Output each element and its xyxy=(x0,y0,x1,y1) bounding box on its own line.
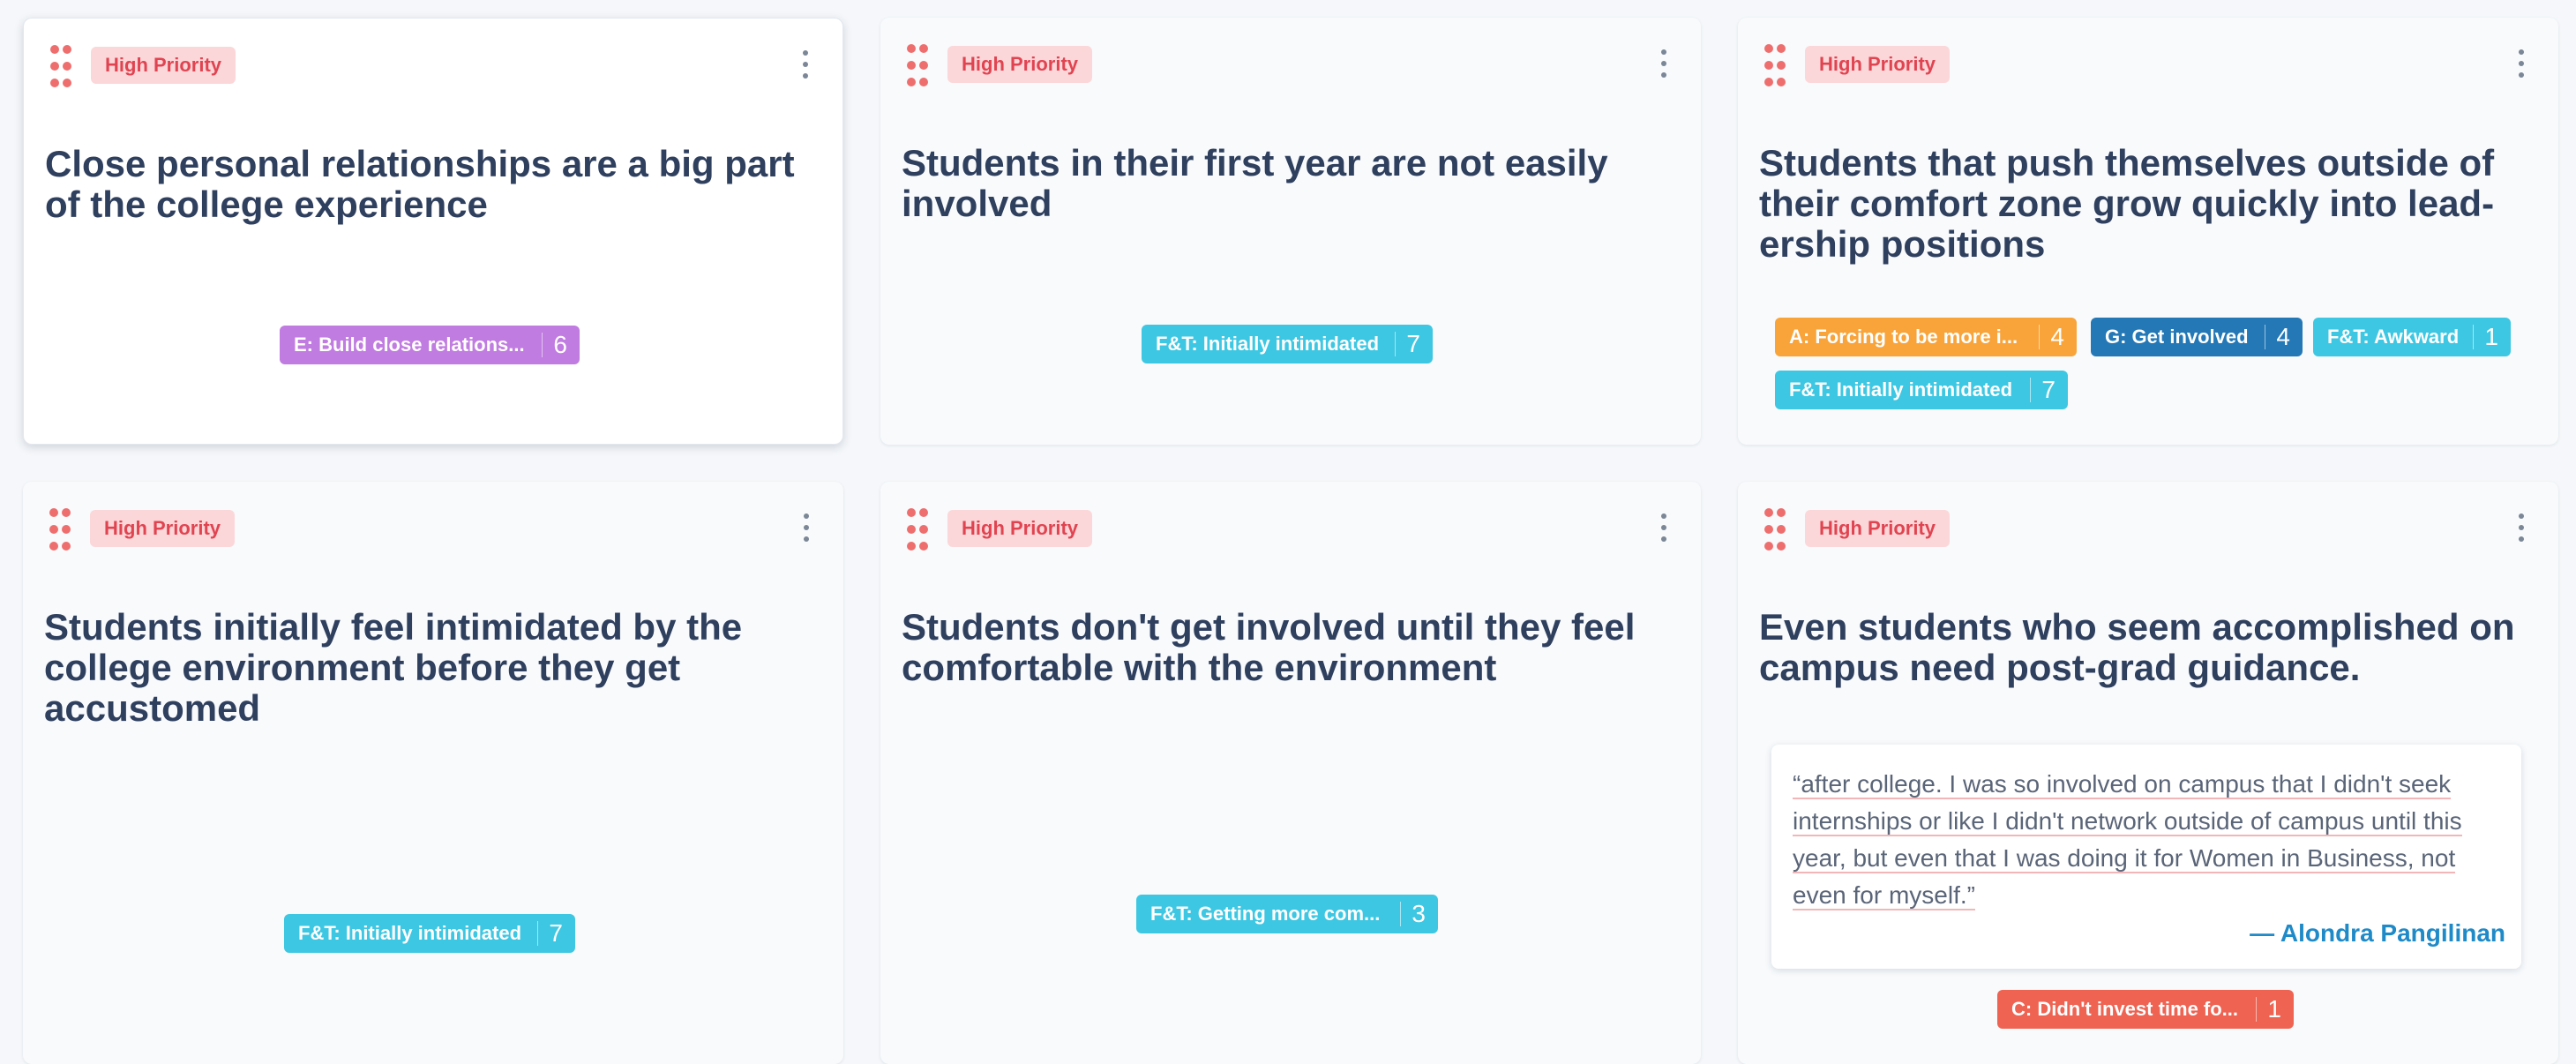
tag-count: 7 xyxy=(2030,378,2068,402)
priority-badge: High Priority xyxy=(91,47,236,84)
code-tag[interactable]: F&T: Awkward 1 xyxy=(2313,318,2511,356)
drag-handle-icon[interactable] xyxy=(1764,508,1787,551)
tag-count: 7 xyxy=(537,921,575,946)
insight-card[interactable]: High Priority Students in their first ye… xyxy=(880,18,1701,445)
tag-label: F&T: Initially intimidated xyxy=(1789,378,2013,401)
code-tag[interactable]: F&T: Initially intimidated 7 xyxy=(284,914,575,953)
card-title: Students in their first year are not eas… xyxy=(902,142,1608,224)
more-options-icon[interactable] xyxy=(1659,49,1669,79)
tag-count: 7 xyxy=(1395,332,1433,356)
priority-badge: High Priority xyxy=(1805,46,1951,83)
card-title: Students don't get involved until they f… xyxy=(902,606,1636,688)
quote-card[interactable]: “after college. I was so involved on cam… xyxy=(1771,745,2521,969)
insight-card[interactable]: High Priority Even students who seem acc… xyxy=(1738,482,2558,1064)
tag-count: 4 xyxy=(2039,325,2077,349)
tag-count: 1 xyxy=(2473,325,2511,349)
code-tag[interactable]: E: Build close relations... 6 xyxy=(280,326,580,364)
tag-label: E: Build close relations... xyxy=(294,333,525,356)
code-tag[interactable]: C: Didn't invest time fo... 1 xyxy=(1997,990,2294,1029)
more-options-icon[interactable] xyxy=(1659,513,1669,543)
tag-label: A: Forcing to be more i... xyxy=(1789,326,2018,348)
priority-badge: High Priority xyxy=(947,510,1093,547)
card-title: Even students who seem accomplished on c… xyxy=(1759,606,2515,688)
priority-badge: High Priority xyxy=(90,510,236,547)
tag-count: 1 xyxy=(2256,997,2294,1022)
drag-handle-icon[interactable] xyxy=(907,44,930,86)
code-tag[interactable]: F&T: Initially intimidated 7 xyxy=(1775,371,2068,409)
insight-card[interactable]: High Priority Students don't get involve… xyxy=(880,482,1701,1064)
quote-author[interactable]: — Alondra Pangilinan xyxy=(2250,919,2505,948)
quote-text: “after college. I was so involved on cam… xyxy=(1793,770,2462,910)
tag-label: F&T: Initially intimidated xyxy=(1156,333,1380,355)
tag-label: C: Didn't invest time fo... xyxy=(2011,998,2239,1020)
priority-badge: High Priority xyxy=(947,46,1093,83)
drag-handle-icon[interactable] xyxy=(50,45,73,87)
drag-handle-icon[interactable] xyxy=(907,508,930,551)
card-title: Students that push themselves outside of… xyxy=(1759,142,2495,265)
more-options-icon[interactable] xyxy=(800,50,811,80)
more-options-icon[interactable] xyxy=(801,513,812,543)
drag-handle-icon[interactable] xyxy=(49,508,72,551)
tag-count: 4 xyxy=(2265,325,2303,349)
priority-badge: High Priority xyxy=(1805,510,1951,547)
code-tag[interactable]: F&T: Getting more com... 3 xyxy=(1136,895,1438,933)
code-tag[interactable]: A: Forcing to be more i... 4 xyxy=(1775,318,2077,356)
card-title: Students initially feel intimidated by t… xyxy=(44,606,743,729)
tag-label: F&T: Awkward xyxy=(2327,326,2460,348)
insight-card[interactable]: High Priority Close personal relationshi… xyxy=(23,18,843,445)
more-options-icon[interactable] xyxy=(2516,513,2527,543)
tag-count: 6 xyxy=(542,333,580,357)
tag-label: F&T: Getting more com... xyxy=(1150,903,1381,925)
code-tag[interactable]: G: Get involved 4 xyxy=(2091,318,2303,356)
more-options-icon[interactable] xyxy=(2516,49,2527,79)
code-tag[interactable]: F&T: Initially intimidated 7 xyxy=(1142,325,1433,363)
tag-count: 3 xyxy=(1400,902,1438,926)
insight-card[interactable]: High Priority Students that push themsel… xyxy=(1738,18,2558,445)
insight-card[interactable]: High Priority Students initially feel in… xyxy=(23,482,843,1064)
tag-label: F&T: Initially intimidated xyxy=(298,922,522,944)
tag-label: G: Get involved xyxy=(2105,326,2249,348)
card-title: Close personal relationships are a big p… xyxy=(45,143,795,225)
drag-handle-icon[interactable] xyxy=(1764,44,1787,86)
